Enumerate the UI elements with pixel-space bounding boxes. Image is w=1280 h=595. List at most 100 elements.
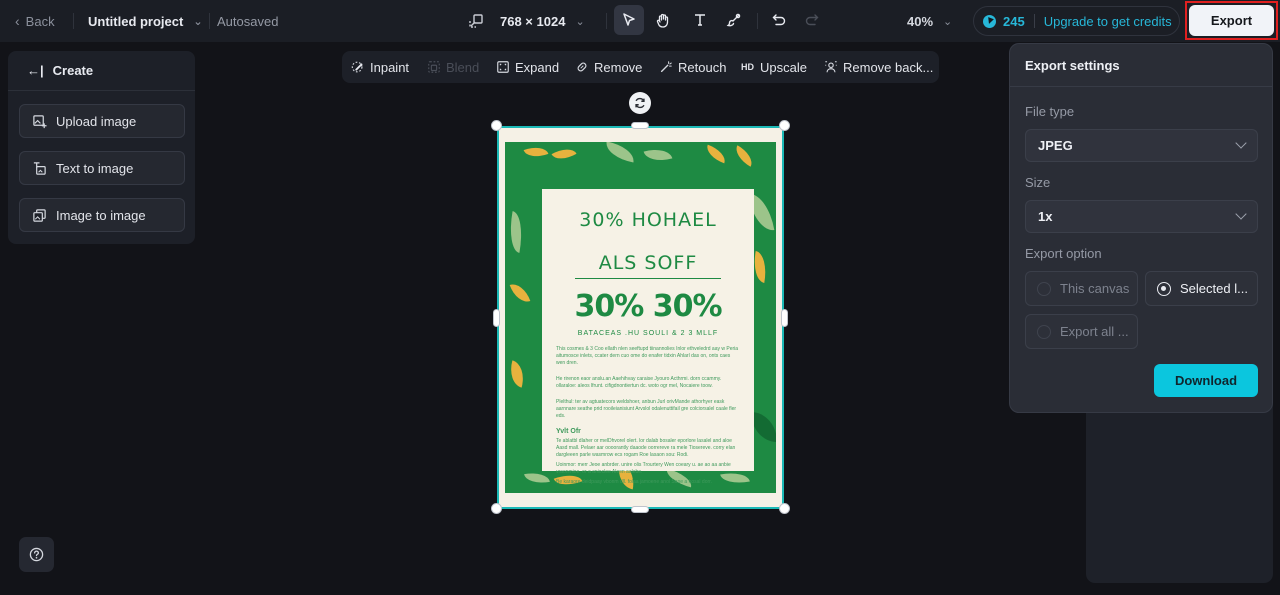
collapse-panel-icon: ←| <box>27 63 44 78</box>
rotate-handle[interactable] <box>629 92 651 114</box>
leaf-decoration <box>523 142 549 162</box>
help-icon <box>29 547 44 562</box>
poster-headline-1: 30% HOHAEL <box>579 209 717 231</box>
file-type-select[interactable]: JPEG <box>1025 129 1258 162</box>
divider <box>1033 14 1035 28</box>
chevron-down-icon: ⌄ <box>943 15 953 28</box>
image-to-image-button[interactable]: Image to image <box>19 198 185 232</box>
upscale-label: Upscale <box>760 59 807 75</box>
option-this-canvas[interactable]: This canvas <box>1025 271 1138 306</box>
divider <box>209 13 210 29</box>
upload-image-button[interactable]: Upload image <box>19 104 185 138</box>
radio-icon <box>1037 281 1051 296</box>
blend-icon <box>428 61 440 73</box>
canvas-size-dropdown[interactable]: 768 × 1024 ⌄ <box>468 0 585 42</box>
chevron-left-icon: ‹ <box>15 13 20 29</box>
chevron-down-icon: ⌄ <box>575 15 585 28</box>
top-bar: ‹ Back Untitled project ⌄ Autosaved 768 … <box>0 0 1280 42</box>
autosave-status: Autosaved <box>217 13 279 29</box>
upload-image-icon <box>33 114 47 128</box>
zoom-level: 40% <box>907 13 934 29</box>
leaf-decoration <box>731 145 757 167</box>
option-export-all[interactable]: Export all ... <box>1025 314 1138 349</box>
expand-label: Expand <box>515 59 560 75</box>
text-to-image-button[interactable]: Text to image <box>19 151 185 185</box>
upload-image-label: Upload image <box>56 113 137 129</box>
resize-handle-top-right[interactable] <box>779 120 790 131</box>
poster-divider <box>575 278 721 279</box>
poster-subheading: BATACEAS .HU SOULI & 2 3 MLLF <box>577 330 719 337</box>
blend-label: Blend <box>446 59 480 75</box>
remove-background-label: Remove back... <box>843 59 934 75</box>
edit-toolbar: Inpaint Blend Expand Remove Retouch HD U… <box>342 51 939 83</box>
poster-headline-2: ALS SOFF <box>598 252 698 274</box>
upscale-button[interactable]: HD Upscale <box>741 51 807 83</box>
chevron-down-icon <box>1235 137 1247 149</box>
credits-icon <box>983 14 996 28</box>
right-side-panel <box>1086 395 1273 583</box>
poster-paragraph: Uoinmor: merr Jeoe anbrder. unire olis T… <box>556 462 731 475</box>
brush-tool-button[interactable] <box>719 5 749 35</box>
export-button[interactable]: Export <box>1189 5 1274 36</box>
inpaint-icon <box>351 61 363 73</box>
radio-icon <box>1037 324 1051 339</box>
option-selected-layers[interactable]: Selected l... <box>1145 271 1258 306</box>
project-title: Untitled project <box>88 13 184 29</box>
resize-handle-top[interactable] <box>631 122 649 129</box>
expand-button[interactable]: Expand <box>496 51 559 83</box>
undo-button[interactable] <box>764 5 794 35</box>
help-button[interactable] <box>19 537 54 572</box>
create-panel-title: Create <box>52 63 94 78</box>
retouch-button[interactable]: Retouch <box>659 51 726 83</box>
credits-pill[interactable]: 245 Upgrade to get credits <box>973 6 1180 36</box>
rotate-icon <box>635 97 645 109</box>
divider <box>606 13 607 29</box>
option-label: This canvas <box>1060 281 1130 296</box>
remove-background-button[interactable]: Remove back... <box>824 51 933 83</box>
resize-handle-left[interactable] <box>493 309 500 327</box>
selected-image-layer[interactable]: 30% HOHAEL ALS SOFF 30% 30% BATACEAS .HU… <box>497 126 784 509</box>
upgrade-link[interactable]: Upgrade to get credits <box>1044 14 1172 29</box>
hd-icon: HD <box>741 62 754 72</box>
resize-handle-top-left[interactable] <box>491 120 502 131</box>
inpaint-label: Inpaint <box>370 59 410 75</box>
poster-paragraph: This cosmes & 3 Coo ellath nlen seeftupd… <box>556 346 739 366</box>
chevron-down-icon <box>1235 208 1247 220</box>
hand-icon <box>656 13 669 28</box>
size-label: Size <box>1025 175 1051 190</box>
leaf-decoration <box>509 280 531 306</box>
poster-paragraph: Be karaore deidpaay vbonm dll. folaa jam… <box>556 479 712 485</box>
inpaint-button[interactable]: Inpaint <box>351 51 409 83</box>
resize-handle-right[interactable] <box>781 309 788 327</box>
cursor-icon <box>623 13 635 26</box>
download-button[interactable]: Download <box>1154 364 1258 397</box>
poster-frame: 30% HOHAEL ALS SOFF 30% 30% BATACEAS .HU… <box>505 142 776 493</box>
create-panel-header[interactable]: ←| Create <box>8 51 195 91</box>
zoom-dropdown[interactable]: 40% ⌄ <box>907 0 952 42</box>
create-panel: ←| Create Upload image Text to image Ima… <box>8 51 195 244</box>
hand-tool-button[interactable] <box>648 5 678 35</box>
back-button[interactable]: ‹ Back <box>15 0 55 42</box>
credits-count: 245 <box>1003 13 1025 29</box>
resize-handle-bottom-left[interactable] <box>491 503 502 514</box>
text-icon <box>695 14 705 26</box>
poster-big-text: 30% 30% <box>574 289 722 324</box>
magic-wand-icon <box>660 61 672 73</box>
remove-button[interactable]: Remove <box>575 51 642 83</box>
divider <box>73 13 74 29</box>
blend-button[interactable]: Blend <box>427 51 479 83</box>
redo-icon <box>805 14 819 26</box>
size-select[interactable]: 1x <box>1025 200 1258 233</box>
resize-handle-bottom-right[interactable] <box>779 503 790 514</box>
text-tool-button[interactable] <box>685 5 715 35</box>
redo-button[interactable] <box>797 5 827 35</box>
canvas-size-value: 768 × 1024 <box>500 13 566 29</box>
chevron-down-icon: ⌄ <box>193 15 203 28</box>
option-label: Export all ... <box>1060 324 1129 339</box>
resize-handle-bottom[interactable] <box>631 506 649 513</box>
select-tool-button[interactable] <box>614 5 644 35</box>
text-to-image-label: Text to image <box>56 160 134 176</box>
resize-icon <box>468 13 484 29</box>
brush-icon <box>726 13 741 27</box>
project-title-dropdown[interactable]: Untitled project ⌄ <box>88 0 203 42</box>
